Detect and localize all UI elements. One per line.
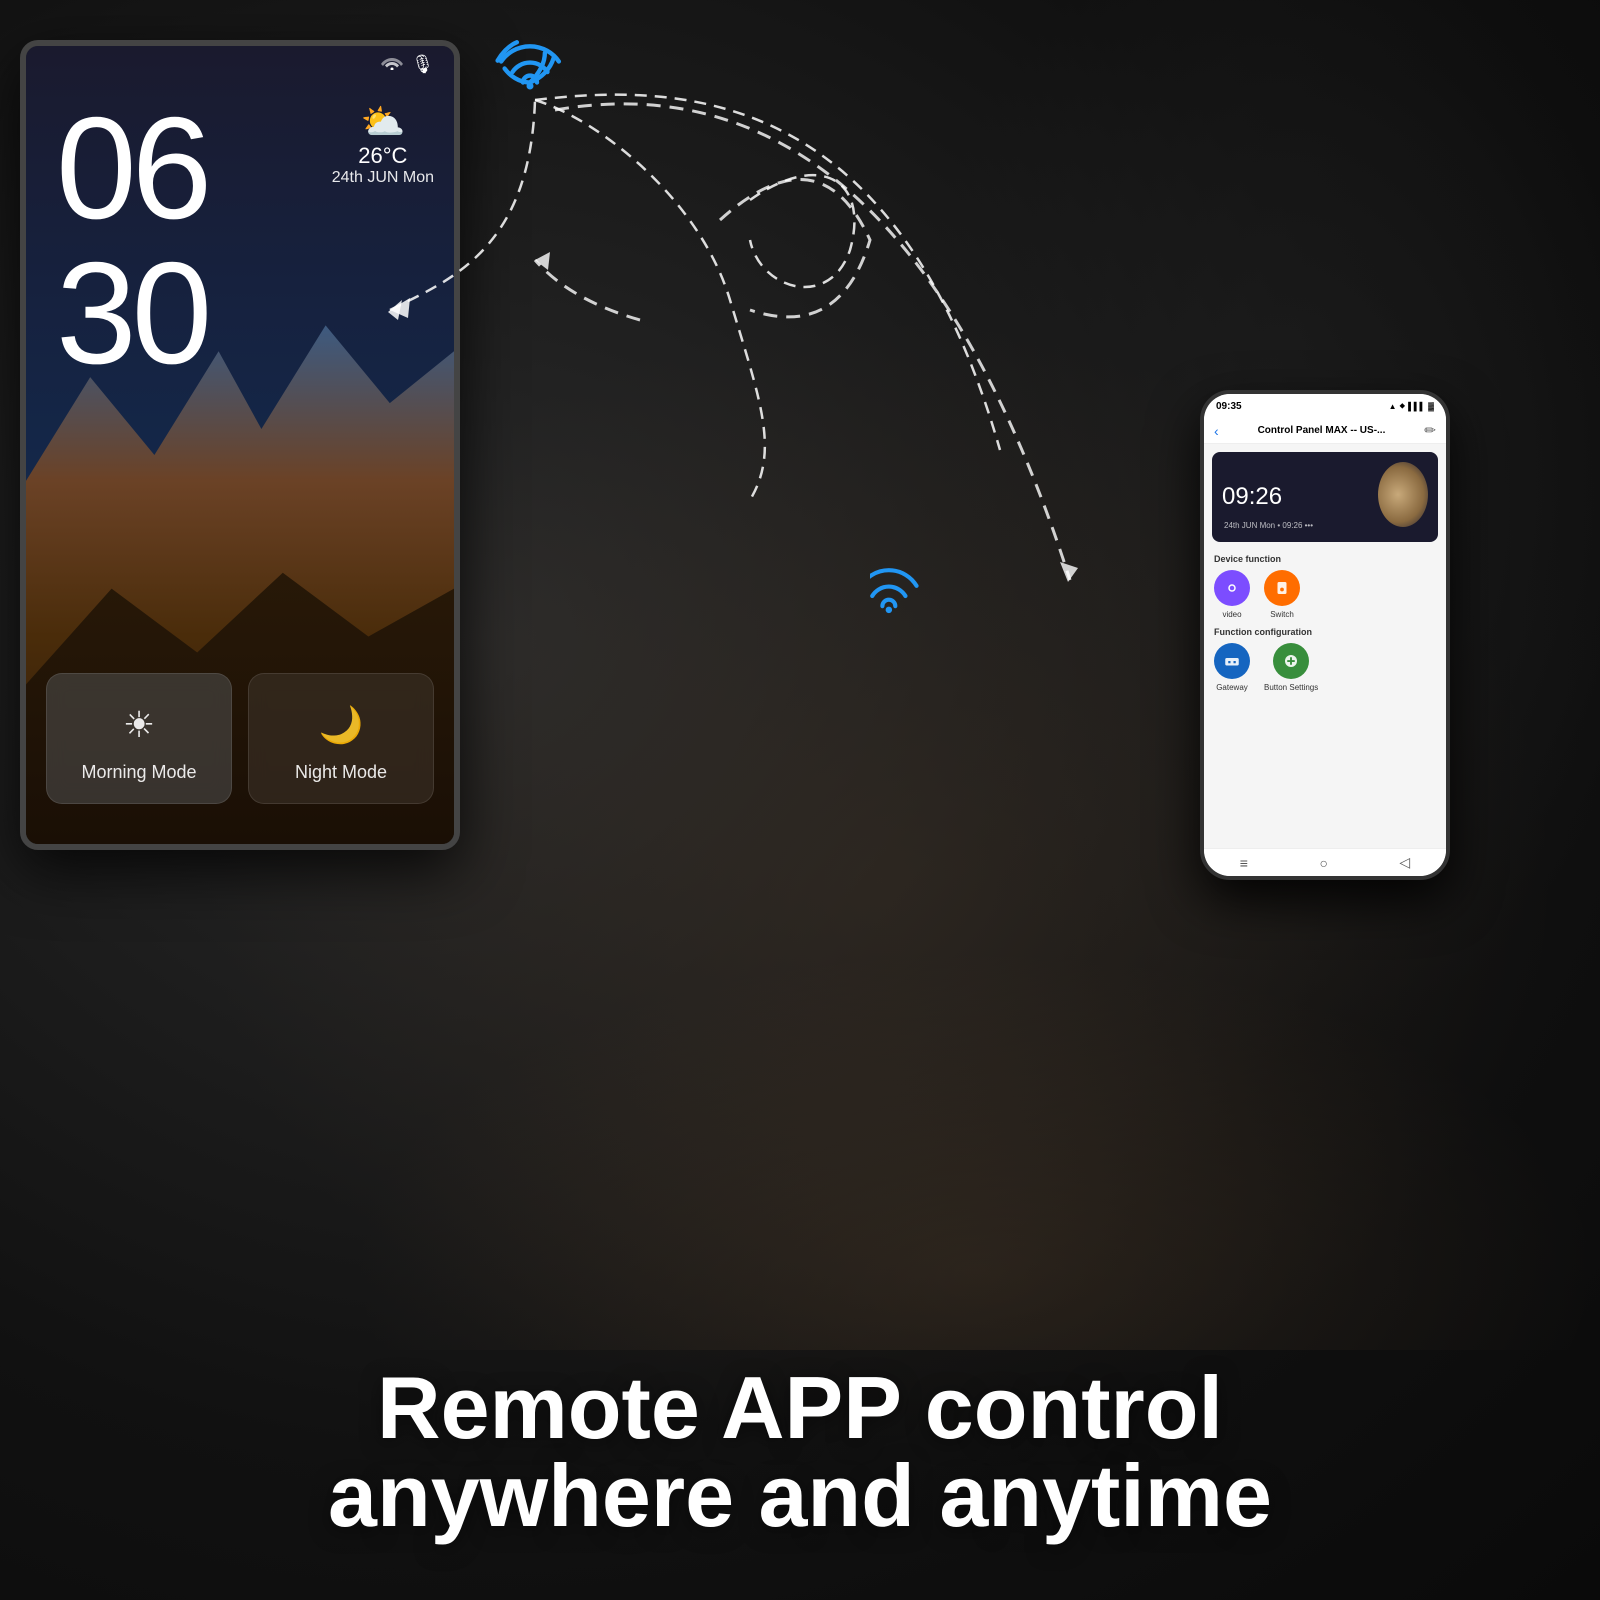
weather-icon: ⛅ [332,101,434,143]
video-icon [1214,570,1250,606]
tablet-time: 06 30 [56,96,207,386]
night-mode-card[interactable]: 🌙 Night Mode [248,673,434,804]
phone-back-button[interactable]: ‹ [1214,423,1219,439]
bottom-text-line1: Remote APP control [0,1364,1600,1452]
morning-mode-card[interactable]: ☀ Morning Mode [46,673,232,804]
phone-nav-menu[interactable]: ≡ [1240,855,1248,871]
phone-status-bar: 09:35 ▲ ⬥ ▌▌▌ ▓ [1204,394,1446,418]
weather-temp: 26°C [332,143,434,169]
phone-bluetooth-status: ⬥ [1400,401,1406,411]
phone-edit-button[interactable]: ✏ [1424,422,1436,439]
tablet-mic-icon: 🎙 [411,54,434,75]
tablet-status-bar: 🎙 [381,54,434,75]
furniture-bg [350,950,1600,1350]
morning-mode-label: Morning Mode [81,762,196,783]
bottom-text-line2: anywhere and anytime [0,1452,1600,1540]
night-mode-icon: 🌙 [319,704,364,746]
switch-icon [1264,570,1300,606]
phone-preview-moon [1378,462,1428,527]
phone-screen: 09:35 ▲ ⬥ ▌▌▌ ▓ ‹ Control Panel MAX -- U… [1204,394,1446,876]
phone-app-title: Control Panel MAX -- US-... [1227,425,1417,436]
phone-status-icons: ▲ ⬥ ▌▌▌ ▓ [1389,401,1434,411]
tablet-wifi-icon [381,54,403,75]
morning-mode-icon: ☀ [123,704,155,746]
phone-signal-status: ▌▌▌ [1408,402,1425,411]
phone-preview-date: 24th JUN Mon • 09:26 ••• [1224,521,1313,530]
phone-nav-bar: ≡ ○ ◁ [1204,848,1446,876]
phone-wifi-status: ▲ [1389,402,1397,411]
tablet-screen: 🎙 ⛅ 26°C 24th JUN Mon 06 30 ☀ Morning Mo… [26,46,454,844]
weather-date: 24th JUN Mon [332,169,434,187]
night-mode-label: Night Mode [295,762,387,783]
wifi-signal-top [490,30,570,105]
function-config-icons: Gateway Button Settings [1204,639,1446,696]
button-settings-label: Button Settings [1264,683,1318,692]
button-settings-icon [1273,643,1309,679]
wifi-signal-phone [870,560,940,625]
device-function-icons: video Switch [1204,566,1446,623]
tablet-weather: ⛅ 26°C 24th JUN Mon [332,101,434,187]
phone-device: 09:35 ▲ ⬥ ▌▌▌ ▓ ‹ Control Panel MAX -- U… [1200,390,1450,880]
gateway-icon [1214,643,1250,679]
bottom-text-section: Remote APP control anywhere and anytime [0,1364,1600,1540]
phone-status-time: 09:35 [1216,401,1242,412]
phone-preview-widget: 09:26 24th JUN Mon • 09:26 ••• [1212,452,1438,542]
gateway-function-item[interactable]: Gateway [1214,643,1250,692]
video-function-item[interactable]: video [1214,570,1250,619]
phone-nav-back[interactable]: ◁ [1399,854,1410,871]
button-settings-function-item[interactable]: Button Settings [1264,643,1318,692]
gateway-label: Gateway [1216,683,1248,692]
tablet-device: 🎙 ⛅ 26°C 24th JUN Mon 06 30 ☀ Morning Mo… [20,40,460,850]
device-function-label: Device function [1204,550,1446,566]
phone-top-bar: ‹ Control Panel MAX -- US-... ✏ [1204,418,1446,444]
phone-nav-home[interactable]: ○ [1319,855,1327,871]
tablet-time-hours: 06 [56,96,207,241]
phone-preview-time: 09:26 [1222,483,1282,511]
phone-battery-status: ▓ [1428,402,1434,411]
function-config-label: Function configuration [1204,623,1446,639]
switch-label: Switch [1270,610,1294,619]
tablet-time-minutes: 30 [56,241,207,386]
switch-function-item[interactable]: Switch [1264,570,1300,619]
video-label: video [1222,610,1241,619]
tablet-mode-cards: ☀ Morning Mode 🌙 Night Mode [46,673,434,804]
